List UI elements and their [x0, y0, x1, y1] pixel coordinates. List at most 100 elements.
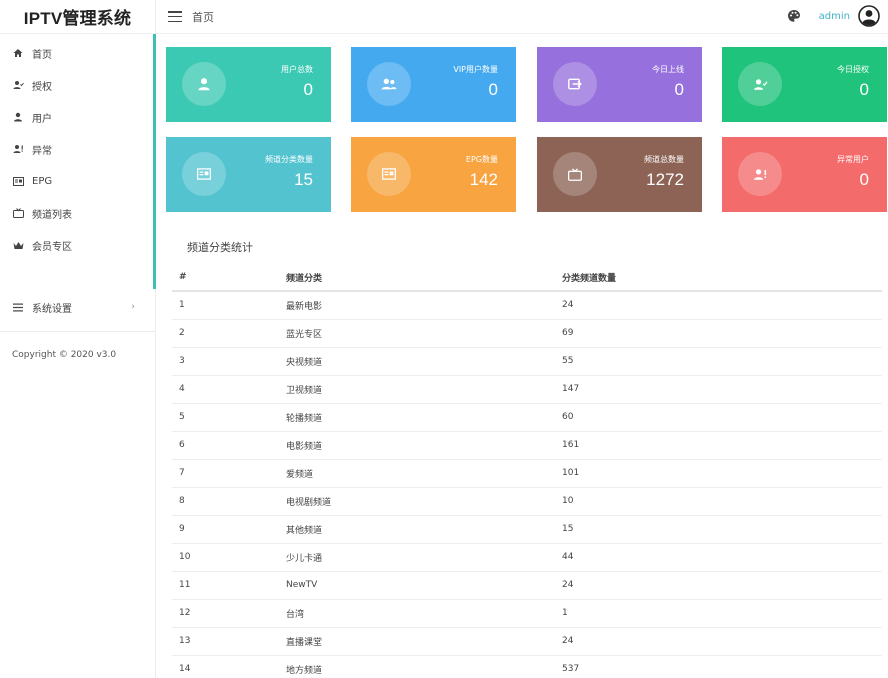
sidebar-item-channel-list[interactable]: 频道列表 — [0, 197, 153, 229]
table-row: 7 爱频道 101 — [172, 459, 882, 488]
table-cell: 其他频道 — [286, 515, 562, 544]
column-header: # — [172, 264, 286, 292]
table-cell: NewTV — [286, 571, 562, 600]
table-row: 14 地方频道 537 — [172, 655, 882, 678]
stat-card-total-channels[interactable]: 频道总数量 1272 — [537, 137, 702, 212]
hamburger-icon[interactable] — [168, 11, 182, 22]
stat-card-epg-count[interactable]: EPG数量 142 — [351, 137, 516, 212]
stat-card-today-online[interactable]: 今日上线 0 — [537, 47, 702, 122]
sidebar-item-label: 授权 — [32, 81, 52, 93]
tv-icon — [553, 152, 597, 196]
column-header: 分类频道数量 — [562, 264, 882, 292]
table-row: 4 卫视频道 147 — [172, 375, 882, 404]
tv-icon — [12, 207, 24, 219]
table-cell: 5 — [172, 403, 286, 432]
stat-label: 今日授权 — [837, 65, 869, 74]
epg-icon — [367, 152, 411, 196]
table-cell: 161 — [562, 431, 882, 460]
table-row: 1 最新电影 24 — [172, 291, 882, 320]
stat-value: 1272 — [646, 170, 684, 189]
sidebar-item-authorize[interactable]: 授权 — [0, 69, 153, 101]
stat-card-today-authorized[interactable]: 今日授权 0 — [722, 47, 887, 122]
topbar: 首页 admin — [156, 0, 888, 34]
table-cell: 8 — [172, 487, 286, 516]
stat-value: 0 — [859, 80, 869, 99]
table-body: 1 最新电影 24 2 蓝光专区 69 3 央视频道 55 4 卫视频道 147 5 轮播频道 60… — [172, 291, 882, 678]
stat-value: 0 — [674, 80, 684, 99]
stat-card-vip-users[interactable]: VIP用户数量 0 — [351, 47, 516, 122]
breadcrumb[interactable]: 首页 — [192, 9, 214, 25]
stat-value: 0 — [303, 80, 313, 99]
sidebar-item-abnormal[interactable]: 异常 — [0, 133, 153, 165]
table-cell: 147 — [562, 375, 882, 404]
table-cell: 10 — [172, 543, 286, 572]
user-icon — [12, 111, 24, 123]
table-row: 9 其他频道 15 — [172, 515, 882, 544]
table-header-row: # 频道分类 分类频道数量 — [172, 264, 882, 292]
table-cell: 60 — [562, 403, 882, 432]
stat-card-abnormal-users[interactable]: 异常用户 0 — [722, 137, 887, 212]
sidebar-item-home[interactable]: 首页 — [0, 37, 153, 69]
table-cell: 6 — [172, 431, 286, 460]
stat-value: 0 — [859, 170, 869, 189]
sidebar-item-label: 用户 — [32, 113, 52, 125]
table-row: 8 电视剧频道 10 — [172, 487, 882, 516]
epg-icon — [182, 152, 226, 196]
stat-label: 今日上线 — [652, 65, 684, 74]
table-cell: 蓝光专区 — [286, 319, 562, 348]
stat-value: 15 — [294, 170, 313, 189]
sidebar: IPTV管理系统 首页 授权 用户 异常 EPG 频道列表 会员专区 系统设置 … — [0, 0, 156, 678]
avatar[interactable] — [858, 5, 880, 27]
table-row: 12 台湾 1 — [172, 599, 882, 628]
user-alert-icon — [738, 152, 782, 196]
table-cell: 台湾 — [286, 599, 562, 628]
crown-icon — [12, 239, 24, 251]
table-cell: 10 — [562, 487, 882, 516]
stat-label: 频道分类数量 — [265, 155, 313, 164]
stat-label: 用户总数 — [281, 65, 313, 74]
table-cell: 11 — [172, 571, 286, 600]
table-row: 3 央视频道 55 — [172, 347, 882, 376]
sidebar-item-settings[interactable]: 系统设置 › — [0, 291, 155, 323]
table-cell: 7 — [172, 459, 286, 488]
table-cell: 少儿卡通 — [286, 543, 562, 572]
table-cell: 12 — [172, 599, 286, 628]
sidebar-item-vip[interactable]: 会员专区 — [0, 229, 153, 261]
user-name[interactable]: admin — [819, 11, 850, 22]
table-row: 5 轮播频道 60 — [172, 403, 882, 432]
sidebar-item-label: 异常 — [32, 145, 52, 157]
table-row: 6 电影频道 161 — [172, 431, 882, 460]
table-cell: 24 — [562, 627, 882, 656]
table-cell: 24 — [562, 571, 882, 600]
table-row: 11 NewTV 24 — [172, 571, 882, 600]
home-icon — [12, 47, 24, 59]
table-row: 13 直播课堂 24 — [172, 627, 882, 656]
stat-card-total-users[interactable]: 用户总数 0 — [166, 47, 331, 122]
stat-label: 频道总数量 — [644, 155, 684, 164]
table-cell: 14 — [172, 655, 286, 678]
menu-icon — [12, 301, 24, 313]
chevron-right-icon: › — [131, 302, 135, 312]
table-cell: 24 — [562, 291, 882, 320]
table-cell: 3 — [172, 347, 286, 376]
sidebar-item-epg[interactable]: EPG — [0, 165, 153, 197]
table-cell: 卫视频道 — [286, 375, 562, 404]
stat-value: 0 — [488, 80, 498, 99]
table-row: 10 少儿卡通 44 — [172, 543, 882, 572]
user-alert-icon — [12, 143, 24, 155]
topbar-right: admin — [787, 5, 880, 27]
table-cell: 2 — [172, 319, 286, 348]
table-cell: 1 — [172, 291, 286, 320]
sidebar-item-label: 系统设置 — [32, 303, 72, 315]
app-title: IPTV管理系统 — [0, 0, 155, 34]
app-root: IPTV管理系统 首页 授权 用户 异常 EPG 频道列表 会员专区 系统设置 … — [0, 0, 888, 678]
table-cell: 轮播频道 — [286, 403, 562, 432]
stat-value: 142 — [469, 170, 498, 189]
palette-icon[interactable] — [787, 9, 801, 23]
sidebar-item-label: 会员专区 — [32, 241, 72, 253]
stat-card-channel-categories[interactable]: 频道分类数量 15 — [166, 137, 331, 212]
table-cell: 537 — [562, 655, 882, 678]
sidebar-menu: 首页 授权 用户 异常 EPG 频道列表 会员专区 — [0, 34, 156, 289]
sidebar-item-users[interactable]: 用户 — [0, 101, 153, 133]
table-cell: 地方频道 — [286, 655, 562, 678]
